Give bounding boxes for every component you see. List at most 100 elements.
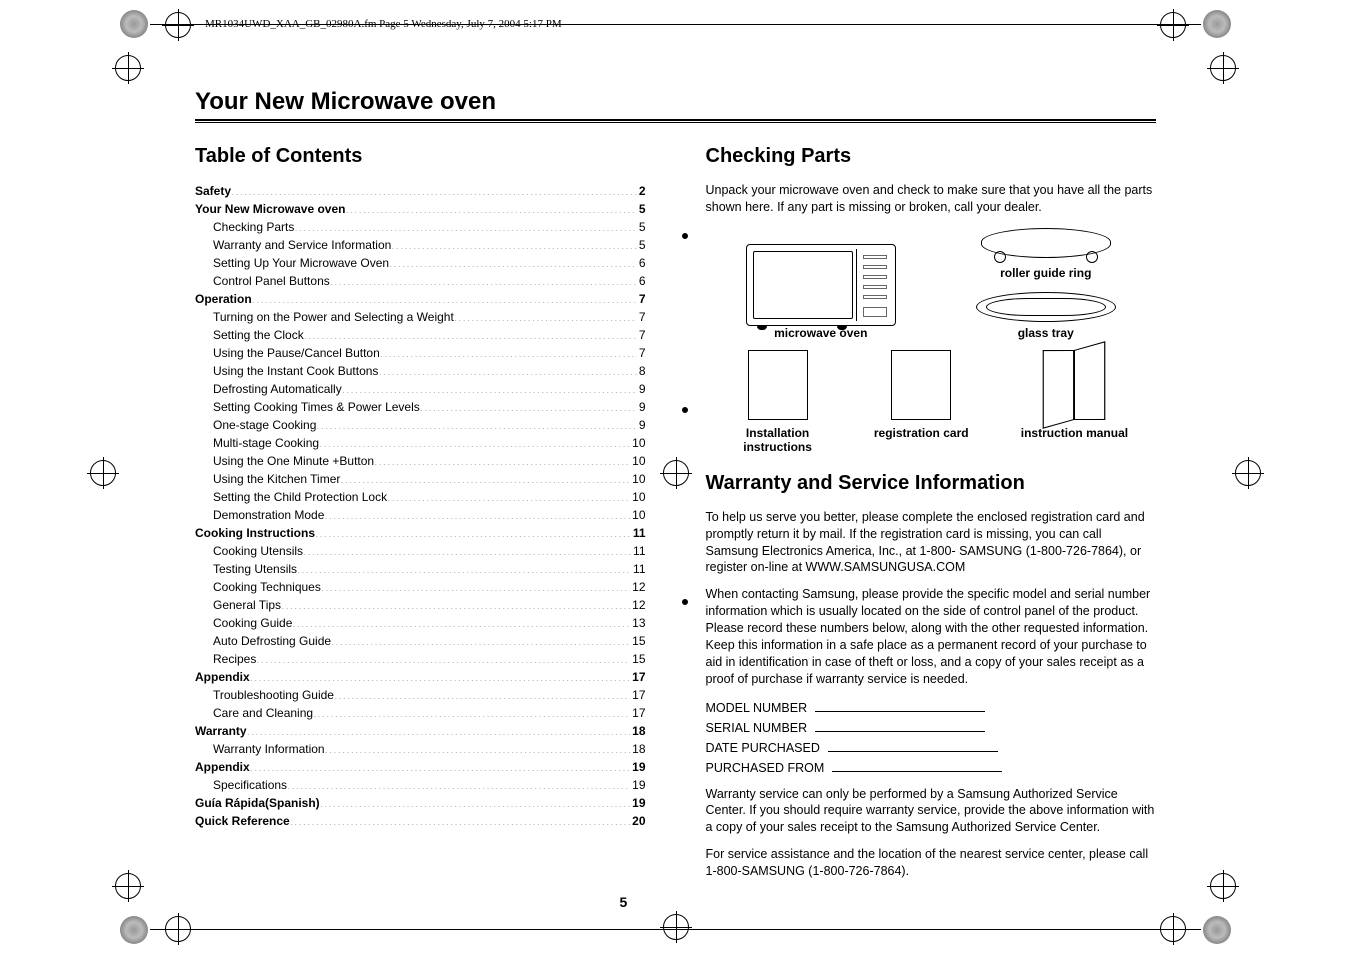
toc-dots xyxy=(378,363,636,375)
toc-page: 10 xyxy=(630,434,645,452)
toc-row: Guía Rápida(Spanish)19 xyxy=(195,794,646,812)
toc-dots xyxy=(256,651,630,663)
toc-dots xyxy=(342,381,637,393)
toc-row: Defrosting Automatically9 xyxy=(195,380,646,398)
toc-page: 17 xyxy=(630,704,645,722)
toc-row: Specifications19 xyxy=(195,776,646,794)
part-caption-manual: instruction manual xyxy=(1003,426,1146,440)
toc-dots xyxy=(287,777,630,789)
warranty-p1: To help us serve you better, please comp… xyxy=(706,509,1157,577)
toc-page: 11 xyxy=(631,542,645,560)
toc-dots xyxy=(315,525,631,537)
crosshair-icon xyxy=(1160,12,1186,38)
toc-label: Cooking Guide xyxy=(195,614,292,632)
blank-line xyxy=(815,698,985,712)
toc-page: 10 xyxy=(630,452,645,470)
toc-dots xyxy=(346,201,637,213)
toc-dots xyxy=(330,273,637,285)
bullet-icon xyxy=(682,407,688,413)
toc-dots xyxy=(250,669,630,681)
toc-label: Auto Defrosting Guide xyxy=(195,632,331,650)
toc-row: Using the Pause/Cancel Button7 xyxy=(195,344,646,362)
toc-row: Appendix17 xyxy=(195,668,646,686)
checking-parts-title: Checking Parts xyxy=(706,145,1157,168)
toc-page: 13 xyxy=(630,614,645,632)
toc-dots xyxy=(340,471,630,483)
toc-row: Demonstration Mode10 xyxy=(195,506,646,524)
reg-corner-icon xyxy=(120,10,148,38)
toc-page: 2 xyxy=(637,182,646,200)
toc-page: 5 xyxy=(637,218,646,236)
toc-title: Table of Contents xyxy=(195,145,646,168)
toc-label: Setting Cooking Times & Power Levels xyxy=(195,398,420,416)
toc-label: Recipes xyxy=(195,650,256,668)
toc-row: Warranty and Service Information5 xyxy=(195,236,646,254)
toc-dots xyxy=(252,291,637,303)
toc-label: Care and Cleaning xyxy=(195,704,313,722)
toc-dots xyxy=(250,759,630,771)
file-header-text: MR1034UWD_XAA_GB_02980A.fm Page 5 Wednes… xyxy=(205,18,562,30)
title-rule xyxy=(195,119,1156,121)
toc-page: 12 xyxy=(630,578,645,596)
toc-dots xyxy=(387,489,630,501)
toc-label: Multi-stage Cooking xyxy=(195,434,319,452)
part-caption-tray: glass tray xyxy=(976,326,1116,340)
toc-row: Setting the Child Protection Lock10 xyxy=(195,488,646,506)
toc-label: Appendix xyxy=(195,668,250,686)
blank-line xyxy=(828,738,998,752)
bullet-icon xyxy=(682,233,688,239)
serial-number-label: SERIAL NUMBER xyxy=(706,718,808,738)
microwave-oven-icon xyxy=(746,244,896,326)
toc-page: 5 xyxy=(637,200,646,218)
reg-corner-icon xyxy=(1203,10,1231,38)
toc-page: 19 xyxy=(630,758,645,776)
toc-row: Using the Instant Cook Buttons8 xyxy=(195,362,646,380)
toc-dots xyxy=(313,705,630,717)
toc-row: Control Panel Buttons6 xyxy=(195,272,646,290)
toc-row: Safety2 xyxy=(195,182,646,200)
toc-label: Guía Rápida(Spanish) xyxy=(195,794,320,812)
toc-page: 7 xyxy=(637,290,646,308)
toc-dots xyxy=(247,723,631,735)
toc-page: 9 xyxy=(637,380,646,398)
toc-row: Cooking Utensils11 xyxy=(195,542,646,560)
toc-label: Demonstration Mode xyxy=(195,506,324,524)
toc-label: Warranty xyxy=(195,722,247,740)
crosshair-icon xyxy=(115,55,141,81)
toc-label: Quick Reference xyxy=(195,812,290,830)
toc-page: 19 xyxy=(630,776,645,794)
toc-page: 18 xyxy=(630,722,645,740)
toc-dots xyxy=(281,597,630,609)
toc-dots xyxy=(297,561,631,573)
toc-label: Using the Pause/Cancel Button xyxy=(195,344,380,362)
toc-label: Using the One Minute +Button xyxy=(195,452,374,470)
reg-corner-icon xyxy=(1203,916,1231,944)
model-number-field: MODEL NUMBER xyxy=(706,698,1157,718)
toc-row: Recipes15 xyxy=(195,650,646,668)
toc-label: Your New Microwave oven xyxy=(195,200,346,218)
toc-row: Appendix19 xyxy=(195,758,646,776)
part-caption-roller: roller guide ring xyxy=(976,266,1116,280)
toc-page: 7 xyxy=(637,308,646,326)
warranty-p3: Warranty service can only be performed b… xyxy=(706,786,1157,837)
toc-row: Your New Microwave oven 5 xyxy=(195,200,646,218)
toc-row: Troubleshooting Guide17 xyxy=(195,686,646,704)
blank-line xyxy=(815,718,985,732)
date-purchased-label: DATE PURCHASED xyxy=(706,738,820,758)
toc-row: Setting Cooking Times & Power Levels9 xyxy=(195,398,646,416)
purchased-from-label: PURCHASED FROM xyxy=(706,758,825,778)
toc-label: Troubleshooting Guide xyxy=(195,686,334,704)
toc-row: Warranty 18 xyxy=(195,722,646,740)
registration-card-icon xyxy=(891,350,951,420)
toc-dots xyxy=(290,813,630,825)
toc-label: Using the Kitchen Timer xyxy=(195,470,340,488)
toc-row: Checking Parts5 xyxy=(195,218,646,236)
page-number: 5 xyxy=(620,894,628,910)
toc-label: Warranty and Service Information xyxy=(195,236,391,254)
installation-doc-icon xyxy=(748,350,808,420)
roller-ring-icon xyxy=(981,228,1111,258)
toc-label: Using the Instant Cook Buttons xyxy=(195,362,378,380)
part-caption-install: Installation instructions xyxy=(716,426,840,454)
serial-number-field: SERIAL NUMBER xyxy=(706,718,1157,738)
toc-row: Using the Kitchen Timer10 xyxy=(195,470,646,488)
